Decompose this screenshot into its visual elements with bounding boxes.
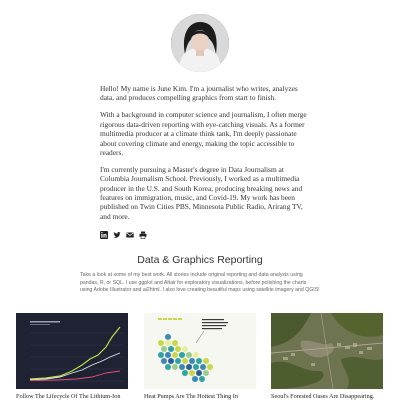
bio-paragraph-background: With a background in computer science an… — [100, 110, 307, 157]
project-card-seoul-forests[interactable]: Seoul's Forested Oases Are Disappearing. — [271, 313, 383, 400]
section-title: Data & Graphics Reporting — [137, 254, 263, 266]
linkedin-icon[interactable] — [100, 231, 108, 239]
project-card-lithium[interactable]: Follow The Lifecycle Of The Lithium-Ion — [16, 313, 128, 400]
lithium-chart-thumbnail[interactable] — [16, 313, 128, 389]
bio: Hello! My name is June Kim. I'm a journa… — [100, 84, 308, 229]
twitter-icon[interactable] — [113, 231, 121, 239]
profile-avatar — [171, 14, 229, 72]
section-description: Take a look at some of my best work. All… — [80, 272, 320, 293]
project-card-caption: Seoul's Forested Oases Are Disappearing. — [271, 393, 375, 400]
social-links — [100, 231, 147, 239]
heat-pump-hexmap-thumbnail[interactable] — [144, 313, 256, 389]
email-icon[interactable] — [126, 231, 134, 239]
bio-paragraph-intro: Hello! My name is June Kim. I'm a journa… — [100, 84, 298, 103]
project-card-caption: Heat Pumps Are The Hottest Thing In — [144, 393, 238, 400]
bio-paragraph-current: I'm currently pursuing a Master's degree… — [100, 164, 303, 221]
project-cards: Follow The Lifecycle Of The Lithium-Ion — [0, 313, 400, 400]
project-card-heat-pumps[interactable]: Heat Pumps Are The Hottest Thing In — [144, 313, 256, 400]
seoul-satellite-thumbnail[interactable] — [271, 313, 383, 389]
print-icon[interactable] — [139, 231, 147, 239]
project-card-caption: Follow The Lifecycle Of The Lithium-Ion — [16, 393, 121, 400]
